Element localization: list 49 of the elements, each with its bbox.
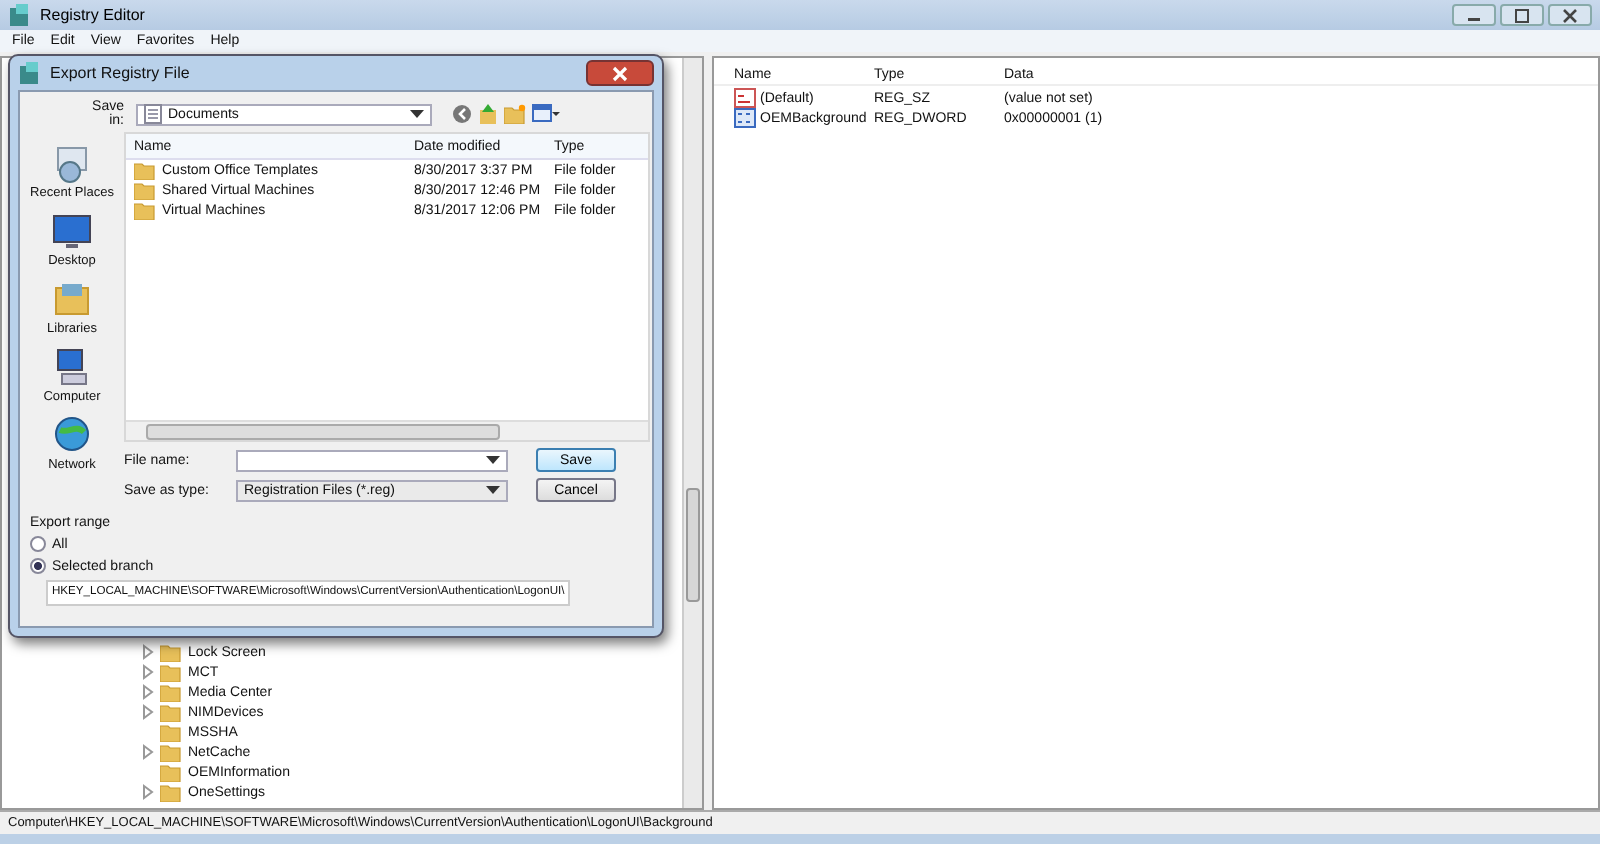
folder-icon: [160, 762, 182, 782]
binary-value-icon: [734, 108, 756, 128]
recent-places-icon: [51, 144, 92, 184]
registry-icon: [18, 61, 42, 85]
up-folder-icon: [478, 104, 498, 124]
scrollbar[interactable]: [682, 58, 702, 808]
folder-icon: [160, 702, 182, 722]
close-icon: [1562, 7, 1578, 23]
new-folder-button[interactable]: [504, 104, 526, 124]
maximize-button[interactable]: [1500, 4, 1544, 26]
file-name-field[interactable]: [236, 449, 508, 471]
scrollbar-thumb[interactable]: [146, 424, 500, 440]
close-button[interactable]: [1548, 4, 1592, 26]
dialog-title: Export Registry File: [50, 64, 190, 82]
new-folder-icon: [504, 104, 526, 124]
folder-icon: [134, 200, 156, 220]
radio-button[interactable]: [30, 558, 46, 574]
window-title: Registry Editor: [40, 6, 145, 24]
registry-icon: [8, 3, 32, 27]
folder-icon: [160, 682, 182, 702]
folder-icon: [134, 180, 156, 200]
computer-icon: [51, 348, 92, 388]
folder-icon: [160, 722, 182, 742]
string-value-icon: [734, 88, 756, 108]
folder-icon: [160, 782, 182, 802]
close-button[interactable]: [586, 60, 654, 86]
scrollbar-thumb[interactable]: [686, 488, 700, 602]
close-icon: [612, 65, 628, 81]
scrollbar[interactable]: [126, 420, 648, 440]
view-icon: [532, 104, 560, 124]
expand-arrow-icon: [142, 784, 154, 800]
dropdown-caret-icon: [486, 486, 500, 494]
expand-arrow-icon: [142, 744, 154, 760]
minimize-button[interactable]: [1452, 4, 1496, 26]
back-arrow-icon: [452, 104, 472, 124]
monitor-icon: [51, 212, 92, 252]
view-menu-button[interactable]: [532, 104, 560, 124]
folder-icon: [160, 642, 182, 662]
radio-button[interactable]: [30, 536, 46, 552]
document-icon: [144, 104, 162, 124]
folder-icon: [160, 742, 182, 762]
dropdown-caret-icon: [410, 110, 424, 118]
globe-icon: [52, 416, 92, 456]
back-button[interactable]: [452, 104, 472, 124]
folder-icon: [160, 662, 182, 682]
maximize-icon: [1514, 7, 1530, 23]
up-folder-button[interactable]: [478, 104, 498, 124]
dropdown-caret-icon: [486, 456, 500, 464]
library-folder-icon: [52, 280, 92, 320]
